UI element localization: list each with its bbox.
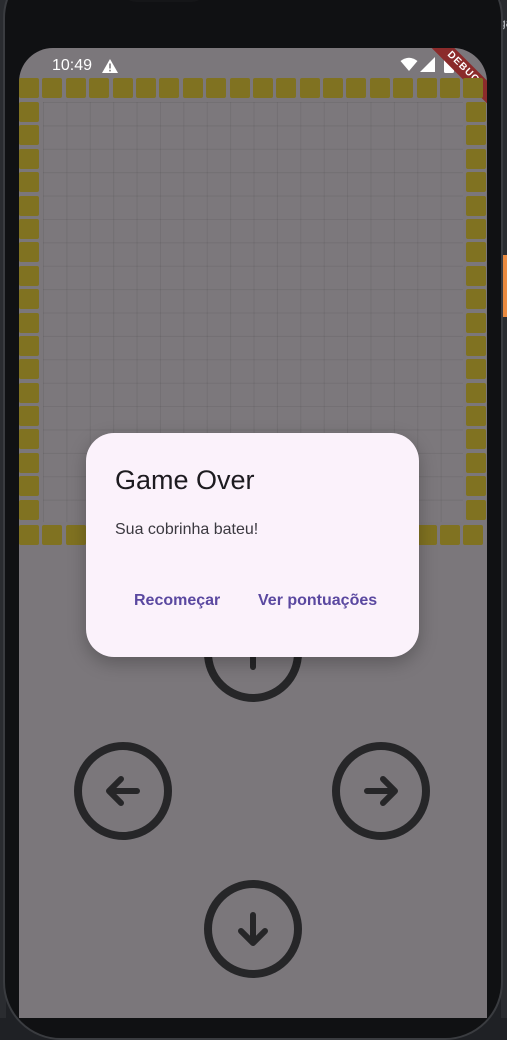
app-screen: 10:49 DEBUG Game Over Sua cobrinha bateu…	[19, 48, 487, 1018]
camera-housing	[122, 0, 206, 2]
dialog-message: Sua cobrinha bateu!	[115, 521, 259, 538]
editor-accent-strip	[503, 255, 507, 317]
restart-button[interactable]: Recomeçar	[124, 581, 230, 621]
dialog-title: Game Over	[115, 465, 255, 495]
view-scores-button[interactable]: Ver pontuações	[248, 581, 387, 621]
game-over-dialog: Game Over Sua cobrinha bateu! Recomeçar …	[86, 433, 419, 657]
